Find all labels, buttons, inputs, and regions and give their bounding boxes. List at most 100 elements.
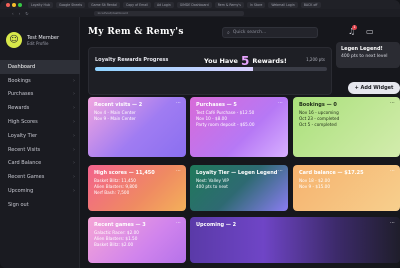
browser-tab[interactable]: In Store [246,1,266,8]
chevron-right-icon: › [73,132,75,139]
chevron-right-icon: › [73,160,75,167]
sidebar-nav: Dashboard Bookings › Purchases › Rewards › … [0,60,80,212]
reload-icon[interactable]: ↻ [25,11,28,16]
chevron-right-icon: › [73,105,75,112]
back-arrow-icon[interactable]: ‹ [12,11,14,16]
sidebar: ☺ Test Member Edit Profile Dashboard Boo… [0,17,80,268]
sidebar-item-bookings[interactable]: Bookings › [0,74,80,88]
rewards-summary: You Have 5 Rewards! [204,54,287,68]
sidebar-item-sign-out[interactable]: Sign out [0,198,80,212]
more-options-icon[interactable]: ⋯ [390,168,395,174]
widget-high-scores[interactable]: ⋯ High scores — 11,450 Basket Blitz: 11,… [88,165,186,211]
window-controls [6,2,22,7]
widget-row: 400 pts to next [196,184,228,189]
browser-address-bar: ‹ › ↻ localhost/dashboard [0,9,400,17]
sidebar-item-upcoming[interactable]: Upcoming › [0,184,80,198]
more-options-icon[interactable]: ⋯ [278,168,283,174]
widget-card-balance[interactable]: ⋯ Card balance — $17.25 Nov 18 - $2.00 N… [293,165,400,211]
profile-block[interactable]: ☺ Test Member Edit Profile [0,17,79,55]
sidebar-item-purchases[interactable]: Purchases › [0,88,80,102]
url-input[interactable]: localhost/dashboard [93,10,244,16]
sidebar-item-label: Recent Games [8,174,45,181]
widget-purchases[interactable]: ⋯ Purchases — 5 Test Café Purchase - $12… [190,97,288,157]
widget-row: Nov 9 - $15.00 [299,184,330,189]
widget-title: Upcoming — 2 [196,222,237,228]
chevron-right-icon: › [73,119,75,126]
widget-row: Nov 9 - Main Center [94,116,136,121]
browser-tab-bar: Loyalty Hub Google Sheets Game Sit Renta… [0,0,400,9]
more-options-icon[interactable]: ⋯ [390,220,395,226]
edit-profile-link[interactable]: Edit Profile [27,41,59,46]
chevron-right-icon: › [73,188,75,195]
browser-tab[interactable]: BACK off [300,1,321,8]
message-icon[interactable]: ▭ [366,27,374,36]
search-icon: ⌕ [227,29,230,36]
sidebar-item-recent-games[interactable]: Recent Games › [0,170,80,184]
widget-upcoming[interactable]: ⋯ Upcoming — 2 [190,217,400,263]
widget-loyalty-tier[interactable]: ⋯ Loyalty Tier — Legen Legend Next: Vall… [190,165,288,211]
more-options-icon[interactable]: ⋯ [278,100,283,106]
maximize-window-button[interactable] [18,2,22,7]
more-options-icon[interactable]: ⋯ [176,168,181,174]
browser-tab[interactable]: GIMDE Dashboard [176,1,212,8]
browser-tab[interactable]: Rem & Remy's [214,1,244,8]
sidebar-item-recent-visits[interactable]: Recent Visits › [0,143,80,157]
chevron-right-icon: › [73,91,75,98]
sidebar-item-rewards[interactable]: Rewards › [0,101,80,115]
app-window: Loyalty Hub Google Sheets Game Sit Renta… [0,0,400,268]
widget-recent-visits[interactable]: ⋯ Recent visits — 2 Nov 4 - Main Center … [88,97,186,157]
widget-title: Recent visits — 2 [94,102,143,108]
progress-fill [95,67,253,71]
sidebar-item-card-balance[interactable]: Card Balance › [0,157,80,171]
minimize-window-button[interactable] [12,2,16,7]
sidebar-item-loyalty-tier[interactable]: Loyalty Tier › [0,129,80,143]
notification-badge: 1 [352,25,357,30]
browser-tab[interactable]: Webmail Login [268,1,298,8]
sidebar-item-label: Loyalty Tier [8,132,38,139]
sidebar-item-label: Card Balance [8,160,42,167]
widget-recent-games[interactable]: ⋯ Recent games — 3 Galactic Racer: $2.00… [88,217,186,263]
widget-row: Nerf Bash: 7,500 [94,190,130,195]
chevron-right-icon: › [73,174,75,181]
rewards-count: 5 [240,54,250,68]
widget-title: Bookings — 0 [299,102,337,108]
widget-title: Recent games — 3 [94,222,146,228]
main-content: My Rem & Remy's ⌕ Quick search... ♫ 1 ▭ … [80,17,400,268]
sidebar-item-label: Upcoming [8,188,34,195]
loyalty-progress-panel: Loyalty Rewards Progress You Have 5 Rewa… [88,47,332,95]
points-text: 1,200 pts [306,57,325,62]
tier-callout-subtitle: 400 pts to next level [341,54,388,59]
browser-tab[interactable]: Loyalty Hub [28,1,53,8]
sidebar-item-label: Recent Visits [8,146,41,153]
add-widget-button[interactable]: + Add Widget [348,82,400,94]
more-options-icon[interactable]: ⋯ [176,220,181,226]
widget-row: Party room deposit - $65.00 [196,122,255,127]
you-have-text: You Have [204,57,238,65]
browser-tab[interactable]: Copy of Email [122,1,151,8]
widget-row: Basket Blitz: $2.00 [94,242,134,247]
rewards-label: Rewards! [252,57,287,65]
browser-tab[interactable]: Game Sit Rental [88,1,120,8]
forward-arrow-icon[interactable]: › [19,11,21,16]
browser-tab[interactable]: Google Sheets [56,1,86,8]
widget-title: Purchases — 5 [196,102,237,108]
chevron-right-icon: › [73,77,75,84]
sidebar-item-dashboard[interactable]: Dashboard [0,60,80,74]
sidebar-item-label: Purchases [8,91,34,98]
progress-track [95,67,327,71]
avatar-smiley-icon[interactable]: ☺ [6,32,22,48]
widget-bookings[interactable]: ⋯ Bookings — 0 Nov 16 - upcoming Oct 23 … [293,97,400,157]
close-window-button[interactable] [6,2,10,7]
sidebar-item-label: Dashboard [8,63,36,70]
brand-title: My Rem & Remy's [88,27,184,37]
sidebar-item-label: Bookings [8,77,31,84]
tier-callout-title: Legen Legend! [341,46,383,52]
search-placeholder: Quick search... [232,30,267,35]
sidebar-item-high-scores[interactable]: High Scores › [0,115,80,129]
widget-title: Loyalty Tier — Legen Legend [196,170,278,176]
more-options-icon[interactable]: ⋯ [390,100,395,106]
search-input[interactable]: ⌕ Quick search... [222,27,318,38]
tier-callout[interactable]: Legen Legend! 400 pts to next level [336,42,400,68]
more-options-icon[interactable]: ⋯ [176,100,181,106]
browser-tab[interactable]: Ad Login [154,1,174,8]
